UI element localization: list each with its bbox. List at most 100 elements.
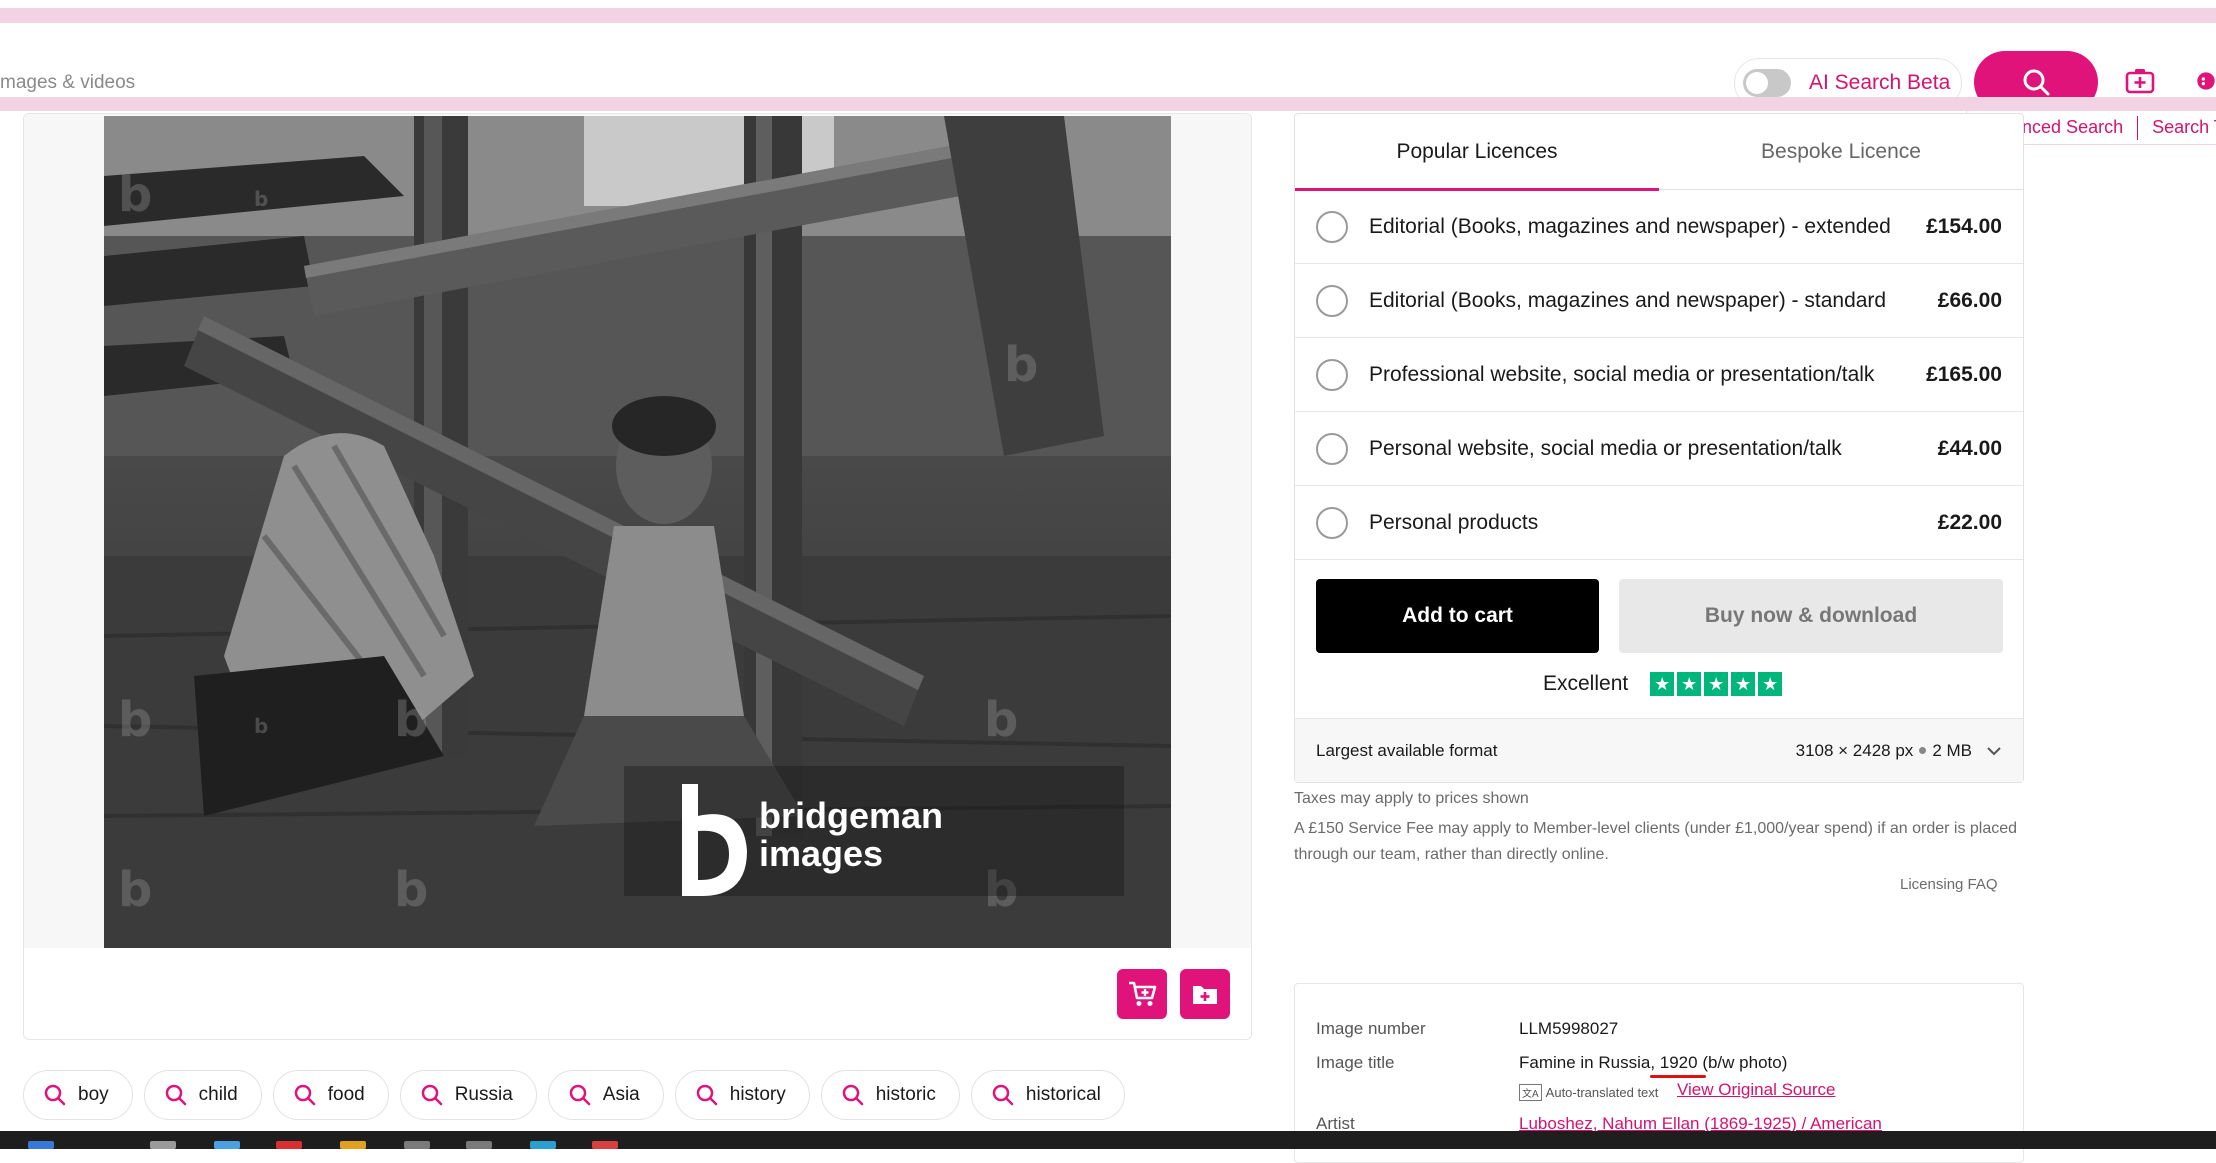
tag-chip[interactable]: history xyxy=(674,1070,810,1120)
star-icon: ★ xyxy=(1704,672,1729,696)
add-to-cart-button[interactable] xyxy=(1117,969,1167,1019)
star-icon: ★ xyxy=(1650,672,1675,696)
tag-label: boy xyxy=(78,1084,109,1105)
taskbar-app-icon[interactable] xyxy=(404,1141,430,1149)
tag-label: Russia xyxy=(454,1084,513,1105)
licensing-faq-link[interactable]: Licensing FAQ xyxy=(1900,876,1998,893)
add-to-cart-icon xyxy=(1129,981,1157,1006)
licence-option-label: Personal website, social media or presen… xyxy=(1369,436,1842,460)
tab-popular-licences[interactable]: Popular Licences xyxy=(1295,114,1659,191)
image-preview-card: bb bb bb bb bb bridgeman images xyxy=(23,113,1252,1040)
tag-label: child xyxy=(198,1084,238,1105)
ai-search-label: AI Search Beta xyxy=(1809,71,1951,94)
add-to-cart-button[interactable]: Add to cart xyxy=(1316,579,1599,653)
licence-panel: Popular Licences Bespoke Licence Editori… xyxy=(1294,113,2024,783)
star-icon: ★ xyxy=(1677,672,1702,696)
tab-bespoke-licence[interactable]: Bespoke Licence xyxy=(1659,114,2023,190)
taskbar-app-icon[interactable] xyxy=(276,1141,302,1149)
svg-text:b: b xyxy=(254,187,268,211)
toggle-switch[interactable] xyxy=(1743,69,1791,97)
search-tips-link[interactable]: Search Ti xyxy=(2152,117,2216,138)
link-divider xyxy=(2137,115,2139,140)
watermark-brand-line1: bridgeman xyxy=(759,795,943,836)
taskbar-app-icon[interactable] xyxy=(340,1141,366,1149)
search-icon xyxy=(569,1084,591,1106)
licence-option[interactable]: Editorial (Books, magazines and newspape… xyxy=(1295,264,2023,338)
start-icon[interactable] xyxy=(28,1141,54,1149)
keyword-tags: boy child food Russia Asia history histo… xyxy=(23,1070,1125,1120)
pink-band xyxy=(0,8,2216,23)
image-area: bb bb bb bb bb bridgeman images xyxy=(24,114,1251,948)
tag-chip[interactable]: Asia xyxy=(547,1070,664,1120)
svg-text:b: b xyxy=(118,692,152,748)
search-input[interactable]: mages & videos xyxy=(0,72,135,94)
pricing-notes: Taxes may apply to prices shown A £150 S… xyxy=(1294,786,2024,868)
tag-label: historical xyxy=(1025,1084,1101,1105)
annotation-underline xyxy=(1650,1075,1706,1078)
licence-option-price: £165.00 xyxy=(1926,362,2002,386)
image-title-label: Image title xyxy=(1316,1053,1395,1072)
radio-button[interactable] xyxy=(1316,210,1348,243)
taxes-note: Taxes may apply to prices shown xyxy=(1294,790,1529,807)
largest-format-row[interactable]: Largest available format 3108 × 2428 px … xyxy=(1295,718,2023,782)
trust-rating-label: Excellent xyxy=(1543,672,1629,695)
watermark-brand-line2: images xyxy=(759,833,883,874)
svg-text:b: b xyxy=(984,692,1018,748)
taskbar-app-icon[interactable] xyxy=(214,1141,240,1149)
image-number-value: LLM5998027 xyxy=(1519,1019,1619,1038)
tag-chip[interactable]: boy xyxy=(23,1070,133,1120)
taskbar-app-icon[interactable] xyxy=(530,1141,556,1149)
auto-translated-label: Auto-translated text xyxy=(1545,1085,1659,1100)
tag-chip[interactable]: Russia xyxy=(399,1070,537,1120)
search-icon xyxy=(294,1084,315,1106)
licence-option-label: Personal products xyxy=(1369,510,1539,534)
svg-text:b: b xyxy=(118,862,152,918)
tag-chip[interactable]: historical xyxy=(970,1070,1125,1120)
tag-label: history xyxy=(729,1084,786,1105)
licence-option[interactable]: Editorial (Books, magazines and newspape… xyxy=(1295,190,2023,264)
tag-chip[interactable]: historic xyxy=(820,1070,960,1120)
preview-photo[interactable]: bb bb bb bb bb bridgeman images xyxy=(104,116,1171,948)
format-size: 2 MB xyxy=(1932,740,1972,760)
account-icon[interactable] xyxy=(2196,63,2216,99)
licence-option-label: Editorial (Books, magazines and newspape… xyxy=(1369,288,1887,312)
camera-search-icon[interactable] xyxy=(2122,63,2158,99)
view-original-source-link[interactable]: View Original Source xyxy=(1677,1080,1835,1100)
taskbar-app-icon[interactable] xyxy=(150,1141,176,1149)
star-icon: ★ xyxy=(1731,672,1756,696)
search-icon xyxy=(992,1084,1014,1106)
radio-button[interactable] xyxy=(1316,506,1348,539)
svg-text:b: b xyxy=(394,862,428,918)
svg-text:b: b xyxy=(118,167,152,223)
buy-now-download-button[interactable]: Buy now & download xyxy=(1619,579,2003,653)
licence-option-label: Editorial (Books, magazines and newspape… xyxy=(1369,214,1891,238)
format-dimensions: 3108 × 2428 px xyxy=(1795,740,1914,760)
licence-option-price: £66.00 xyxy=(1937,288,2002,312)
search-icon xyxy=(421,1084,442,1106)
add-to-lightbox-icon xyxy=(1193,986,1217,1004)
licence-option[interactable]: Personal products £22.00 xyxy=(1295,486,2023,560)
auto-translated-note: 文A Auto-translated text xyxy=(1519,1084,1658,1101)
licence-option[interactable]: Professional website, social media or pr… xyxy=(1295,338,2023,412)
licence-option[interactable]: Personal website, social media or presen… xyxy=(1295,412,2023,486)
chevron-down-icon xyxy=(1987,746,2001,755)
add-to-lightbox-button[interactable] xyxy=(1180,969,1230,1019)
separator-dot xyxy=(1919,747,1927,754)
site-header: mages & videos AI Search Beta xyxy=(0,23,2216,113)
translate-icon: 文A xyxy=(1519,1084,1542,1101)
trustpilot-rating[interactable]: Excellent ★ ★ ★ ★ ★ xyxy=(1543,672,1783,696)
radio-button[interactable] xyxy=(1316,284,1348,317)
taskbar-app-icon[interactable] xyxy=(592,1141,618,1149)
search-icon xyxy=(696,1084,717,1106)
svg-text:b: b xyxy=(1004,337,1038,393)
radio-button[interactable] xyxy=(1316,432,1348,465)
star-icon: ★ xyxy=(1758,672,1783,696)
licence-option-price: £44.00 xyxy=(1937,436,2002,460)
search-icon xyxy=(2023,69,2050,96)
tag-chip[interactable]: child xyxy=(143,1070,262,1120)
licence-tabs: Popular Licences Bespoke Licence xyxy=(1295,114,2023,191)
radio-button[interactable] xyxy=(1316,358,1348,391)
search-icon xyxy=(44,1084,66,1106)
tag-chip[interactable]: food xyxy=(272,1070,389,1120)
taskbar-app-icon[interactable] xyxy=(466,1141,492,1149)
